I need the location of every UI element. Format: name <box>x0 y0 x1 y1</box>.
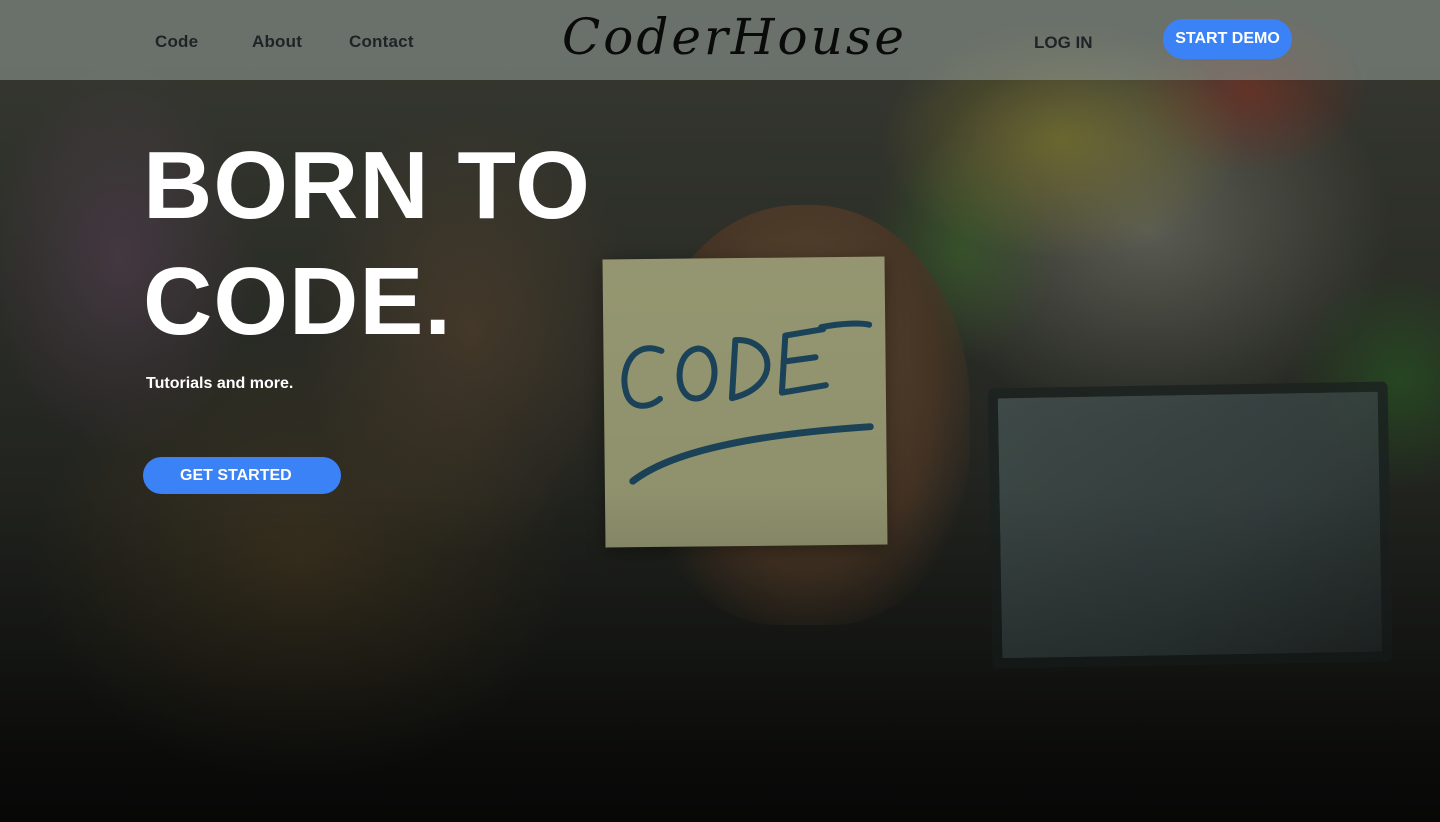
hero-headline-line2: CODE. <box>143 248 453 355</box>
nav-link-contact[interactable]: Contact <box>349 32 414 52</box>
get-started-button[interactable]: GET STARTED <box>143 457 341 494</box>
hero-headline: BORN TO CODE. <box>143 128 663 360</box>
start-demo-button[interactable]: START DEMO <box>1163 19 1292 59</box>
hero-headline-line1: BORN TO <box>143 132 591 239</box>
nav-link-about[interactable]: About <box>252 32 302 52</box>
login-link[interactable]: LOG IN <box>1034 33 1093 53</box>
hero-dark-overlay <box>0 0 1440 822</box>
hero-tagline: Tutorials and more. <box>146 375 294 392</box>
nav-link-code[interactable]: Code <box>155 32 198 52</box>
site-logo[interactable]: CoderHouse <box>562 8 907 66</box>
top-navigation-bar: Code About Contact CoderHouse LOG IN STA… <box>0 0 1440 80</box>
hero-background-image <box>0 0 1440 822</box>
